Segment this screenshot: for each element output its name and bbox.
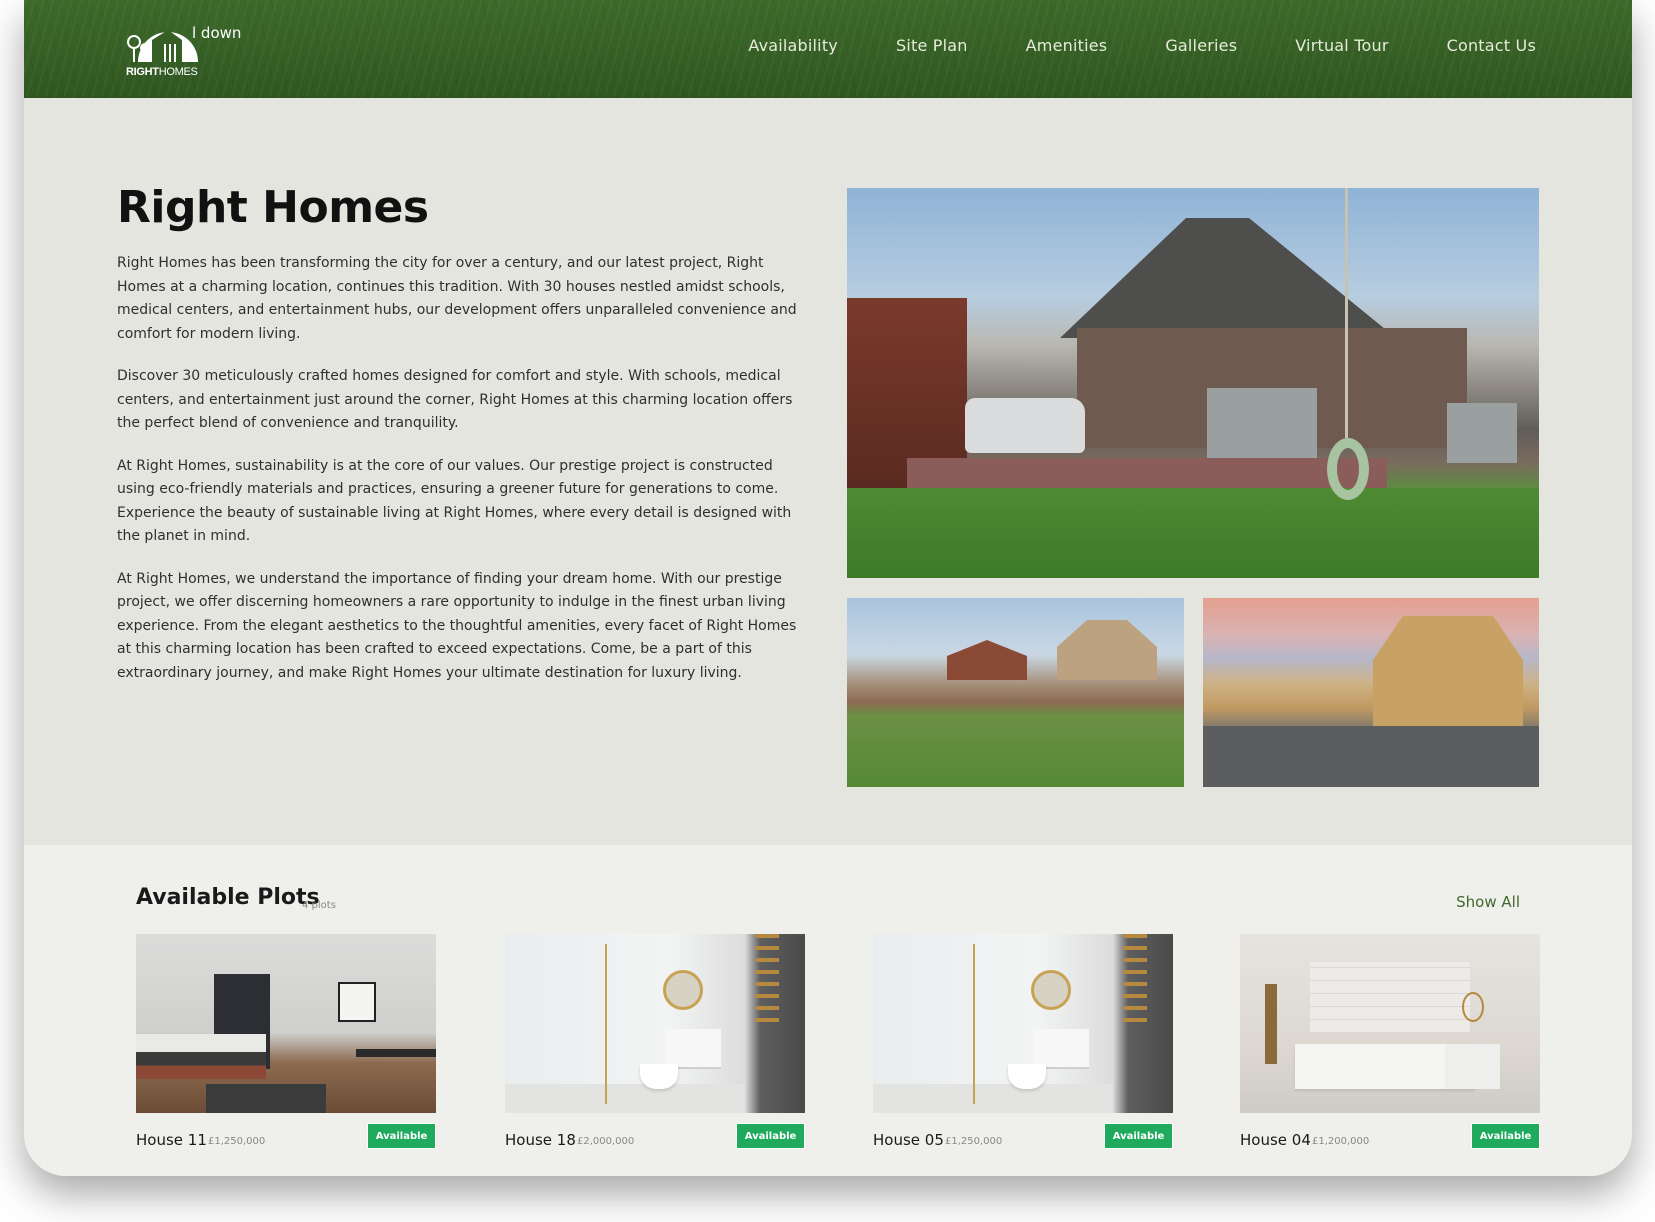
desk-illustration [356,1049,436,1057]
floor-illustration [873,1084,1113,1113]
plot-card[interactable]: House 05 £1,250,000 Available [873,934,1173,1149]
gallery-image-street[interactable] [1203,598,1539,787]
swing-rope-illustration [1345,188,1348,438]
shower-screen-illustration [973,944,975,1104]
logo-wordmark: RIGHTHOMES [126,66,198,78]
wall-tiles-illustration [1310,962,1470,1032]
plot-price: £2,000,000 [577,1136,635,1147]
site-header: RIGHTHOMES l down Availability Site Plan… [24,0,1632,98]
floor-illustration [505,1084,745,1113]
garage-door-illustration [1207,388,1317,458]
lawn-illustration [847,488,1539,578]
nav-galleries[interactable]: Galleries [1165,36,1237,55]
plot-name: House 18 [505,1131,576,1149]
plots-heading: Available Plots [136,885,320,910]
plot-card[interactable]: House 18 £2,000,000 Available [505,934,805,1149]
nav-amenities[interactable]: Amenities [1026,36,1108,55]
intro-paragraph: Right Homes has been transforming the ci… [117,255,797,342]
plot-name: House 05 [873,1131,944,1149]
status-badge: Available [1471,1123,1540,1149]
rug-illustration [206,1084,326,1113]
plot-image-bedroom[interactable] [136,934,436,1113]
tyre-swing-illustration [1327,438,1369,500]
plot-name: House 11 [136,1131,207,1149]
plot-price: £1,250,000 [945,1136,1003,1147]
mirror-illustration [1031,970,1071,1010]
logo-text-bold: RIGHT [126,66,159,78]
house-illustration [1057,620,1157,680]
shower-screen-illustration [605,944,607,1104]
plot-image-bathroom[interactable] [873,934,1173,1113]
main-nav: Availability Site Plan Amenities Galleri… [748,36,1536,55]
status-badge: Available [736,1123,805,1149]
car-illustration [965,398,1085,453]
nav-availability[interactable]: Availability [748,36,838,55]
intro-paragraph: At Right Homes, we understand the import… [117,570,797,681]
plot-price: £1,250,000 [208,1136,266,1147]
nav-site-plan[interactable]: Site Plan [896,36,968,55]
available-plots-section: Available Plots 4 plots Show All House 1… [24,845,1632,1176]
road-illustration [1203,726,1539,787]
house-illustration [1373,616,1523,726]
nav-virtual-tour[interactable]: Virtual Tour [1295,36,1388,55]
vanity-illustration [665,1029,721,1069]
plot-name: House 04 [1240,1131,1311,1149]
intro-paragraph: Discover 30 meticulously crafted homes d… [117,368,793,431]
vanity-illustration [1033,1029,1089,1069]
mirror-illustration [1462,992,1484,1022]
garage-door-illustration [1447,403,1517,463]
plots-count: 4 plots [302,900,336,911]
intro-paragraph: At Right Homes, sustainability is at the… [117,457,792,545]
towel-rail-illustration [1265,984,1277,1064]
towel-radiator-illustration [755,934,779,1024]
scroll-hint: l down [192,24,242,42]
house-illustration [947,640,1027,680]
status-badge: Available [367,1123,436,1149]
hero-house-image[interactable] [847,188,1539,578]
browser-frame: RIGHTHOMES l down Availability Site Plan… [24,0,1632,1176]
plot-card[interactable]: House 11 £1,250,000 Available [136,934,436,1149]
wall-art-illustration [338,982,376,1022]
mirror-illustration [663,970,703,1010]
plot-image-bathroom[interactable] [505,934,805,1113]
show-all-link[interactable]: Show All [1456,893,1520,911]
roof-illustration [1060,218,1396,338]
page-title: Right Homes [117,182,429,233]
nav-contact-us[interactable]: Contact Us [1447,36,1536,55]
plot-image-bathroom[interactable] [1240,934,1540,1113]
logo-text-light: HOMES [158,66,198,78]
intro-section: Right Homes Right Homes has been transfo… [24,98,1632,845]
gallery-image-green[interactable] [847,598,1184,787]
towel-radiator-illustration [1123,934,1147,1024]
bed-illustration [136,1034,266,1079]
status-badge: Available [1104,1123,1173,1149]
intro-copy: Right Homes has been transforming the ci… [117,252,807,704]
plot-card[interactable]: House 04 £1,200,000 Available [1240,934,1540,1149]
vanity-illustration [1445,1044,1500,1089]
plot-price: £1,200,000 [1312,1136,1370,1147]
